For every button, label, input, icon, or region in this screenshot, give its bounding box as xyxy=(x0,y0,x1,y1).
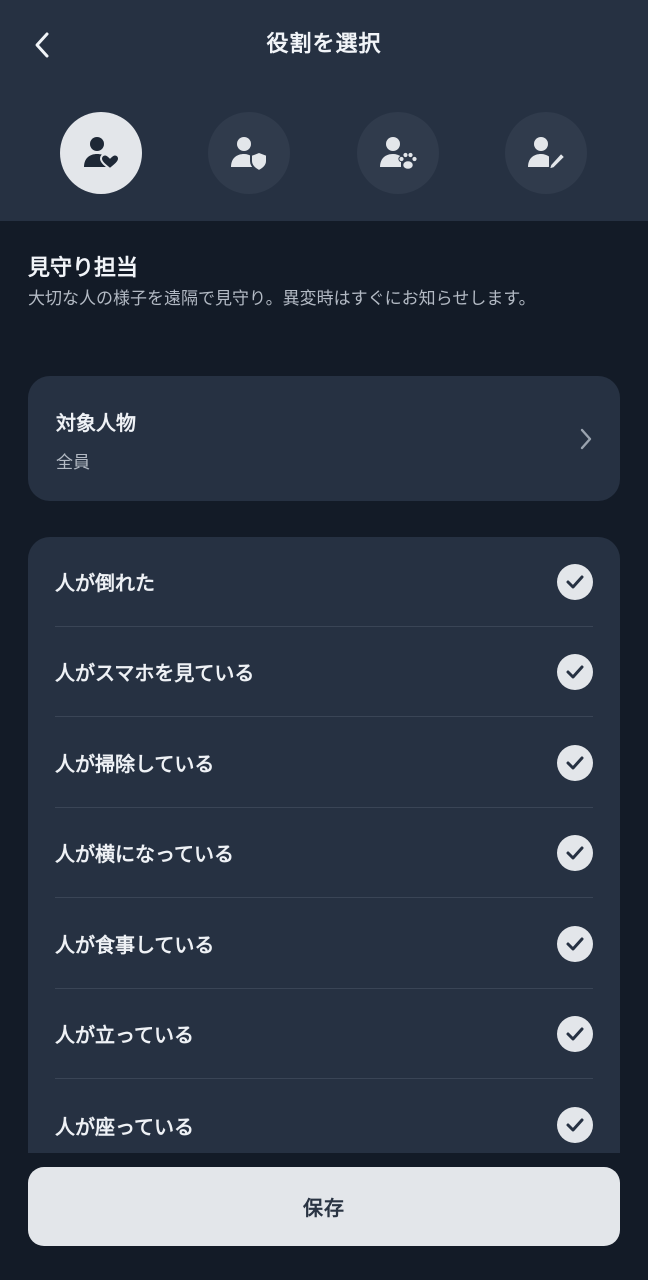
event-item-standing[interactable]: 人が立っている xyxy=(55,989,593,1079)
check-icon xyxy=(566,1027,584,1040)
role-description: 大切な人の様子を遠隔で見守り。異変時はすぐにお知らせします。 xyxy=(28,289,536,309)
checkbox-checked[interactable] xyxy=(557,925,593,962)
event-item-lying[interactable]: 人が横になっている xyxy=(55,808,593,898)
header-panel: 役割を選択 xyxy=(0,0,648,221)
event-label: 人が立っている xyxy=(55,1023,194,1047)
role-option-watcher[interactable] xyxy=(60,112,142,194)
checkbox-checked[interactable] xyxy=(557,1015,593,1052)
role-option-pet[interactable] xyxy=(357,112,439,194)
event-item-fall[interactable]: 人が倒れた xyxy=(55,537,593,627)
save-button[interactable]: 保存 xyxy=(28,1167,620,1246)
checkbox-checked[interactable] xyxy=(557,1107,593,1143)
page-title: 役割を選択 xyxy=(266,32,382,57)
person-paw-icon xyxy=(380,137,418,171)
target-value: 全員 xyxy=(56,453,90,473)
chevron-right-icon xyxy=(580,428,592,450)
event-label: 人が横になっている xyxy=(55,842,234,866)
check-icon xyxy=(566,665,584,678)
event-label: 人が倒れた xyxy=(55,571,155,595)
check-icon xyxy=(566,846,584,859)
checkbox-checked[interactable] xyxy=(557,653,593,690)
person-shield-icon xyxy=(231,137,268,173)
role-name: 見守り担当 xyxy=(28,256,139,281)
event-item-cleaning[interactable]: 人が掃除している xyxy=(55,718,593,808)
check-icon xyxy=(566,937,584,950)
event-label: 人が掃除している xyxy=(55,752,215,776)
target-label: 対象人物 xyxy=(56,411,136,435)
check-icon xyxy=(566,575,584,588)
role-selection-screen: 役割を選択 見守り担当 大切な人の様子を遠隔で見守り。異変時はすぐにお知らせしま… xyxy=(0,0,648,1280)
role-option-security[interactable] xyxy=(208,112,290,194)
event-label: 人が座っている xyxy=(55,1114,194,1139)
person-heart-icon xyxy=(84,137,121,171)
target-person-selector[interactable]: 対象人物 全員 xyxy=(28,376,620,501)
event-label: 人が食事している xyxy=(55,933,215,957)
event-label: 人がスマホを見ている xyxy=(55,661,255,685)
check-icon xyxy=(566,756,584,769)
event-item-phone[interactable]: 人がスマホを見ている xyxy=(55,627,593,717)
checkbox-checked[interactable] xyxy=(557,563,593,600)
footer-bar: 保存 xyxy=(0,1153,648,1280)
event-item-eating[interactable]: 人が食事している xyxy=(55,899,593,989)
checkbox-checked[interactable] xyxy=(557,834,593,871)
checkbox-checked[interactable] xyxy=(557,744,593,781)
role-option-editor[interactable] xyxy=(505,112,587,194)
check-icon xyxy=(566,1118,584,1132)
person-pencil-icon xyxy=(528,137,566,171)
